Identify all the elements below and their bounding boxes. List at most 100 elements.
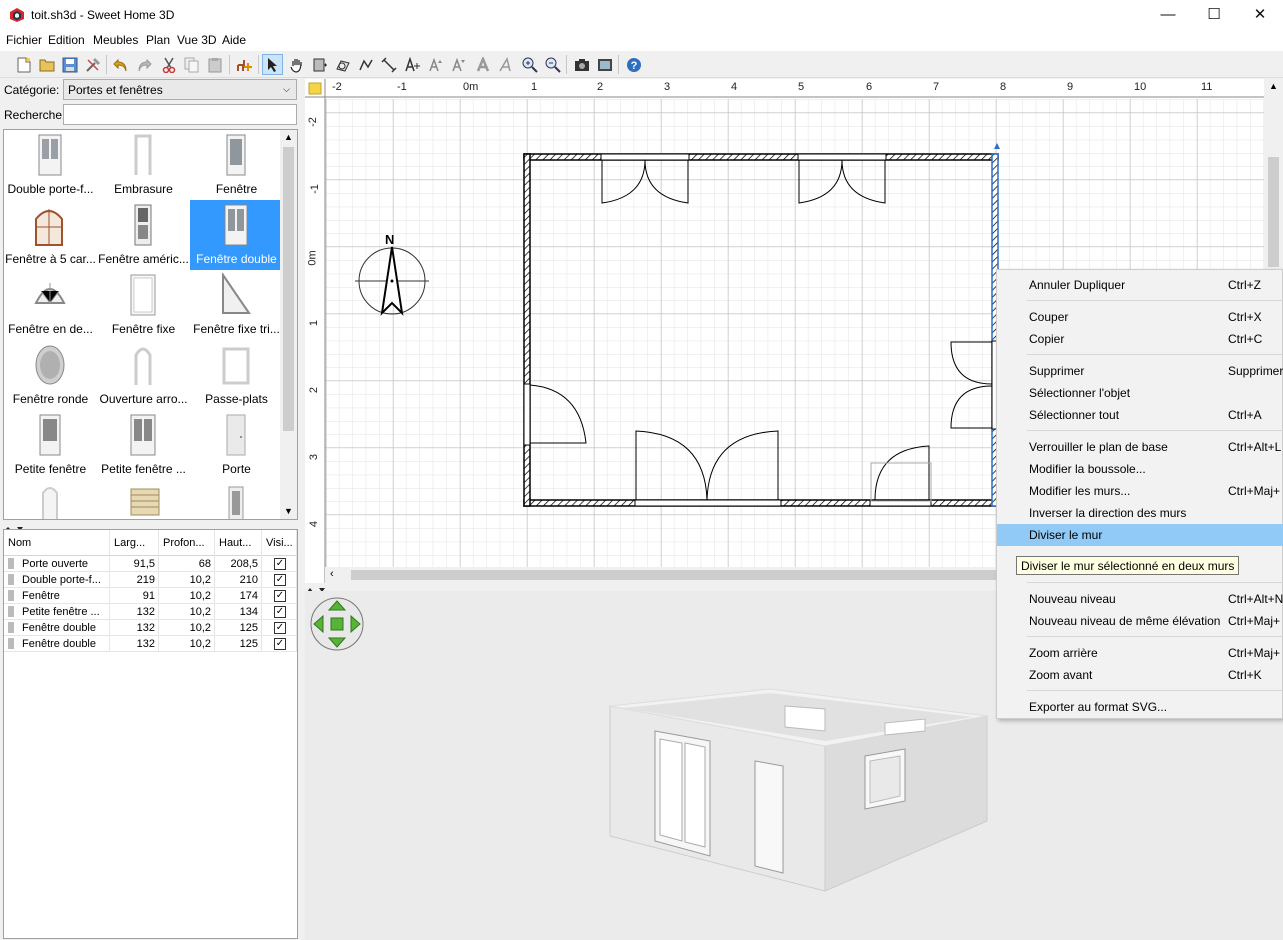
menu-item-modify-walls[interactable]: Modifier les murs... Ctrl+Maj+ bbox=[997, 480, 1283, 502]
menu-item-split-wall[interactable]: Diviser le mur bbox=[997, 524, 1283, 546]
catalog-item[interactable]: Fenêtre double bbox=[190, 200, 283, 270]
catalog-item-label: Passe-plats bbox=[205, 392, 268, 406]
close-button[interactable]: ✕ bbox=[1237, 0, 1283, 30]
menu-aide[interactable]: Aide bbox=[222, 33, 246, 47]
column-visible[interactable]: Visi... bbox=[262, 530, 297, 556]
catalog-item[interactable]: Petite fenêtre ... bbox=[97, 410, 190, 480]
increase-text-icon[interactable] bbox=[425, 54, 446, 75]
splitter-handle[interactable] bbox=[3, 522, 298, 531]
menu-vue-3d[interactable]: Vue 3D bbox=[177, 33, 217, 47]
visible-checkbox[interactable]: ✓ bbox=[274, 558, 286, 570]
menu-fichier[interactable]: Fichier bbox=[6, 33, 42, 47]
catalog-item-label: Fenêtre à 5 car... bbox=[5, 252, 96, 266]
visible-checkbox[interactable]: ✓ bbox=[274, 606, 286, 618]
create-dimensions-icon[interactable] bbox=[378, 54, 399, 75]
menu-edition[interactable]: Edition bbox=[48, 33, 85, 47]
preferences-icon[interactable] bbox=[82, 54, 103, 75]
catalog-item[interactable]: Fenêtre fixe bbox=[97, 270, 190, 340]
column-depth[interactable]: Profon... bbox=[159, 530, 215, 556]
row-height: 174 bbox=[215, 588, 262, 604]
visible-checkbox[interactable]: ✓ bbox=[274, 638, 286, 650]
menu-item-new-level-same-elevation[interactable]: Nouveau niveau de même élévation Ctrl+Maj… bbox=[997, 610, 1283, 632]
table-row[interactable]: Fenêtre double 132 10,2 125 ✓ bbox=[4, 636, 297, 652]
menu-item-copy[interactable]: Copier Ctrl+C bbox=[997, 328, 1283, 350]
add-text-icon[interactable] bbox=[401, 54, 422, 75]
catalog-item[interactable]: Double porte-f... bbox=[4, 130, 97, 200]
catalog-scrollbar[interactable]: ▲ ▼ bbox=[280, 130, 297, 519]
catalog-item[interactable]: Fenêtre bbox=[190, 130, 283, 200]
title-bar: toit.sh3d - Sweet Home 3D — ☐ ✕ bbox=[0, 0, 1283, 30]
help-icon[interactable]: ? bbox=[623, 54, 644, 75]
table-row[interactable]: Petite fenêtre ... 132 10,2 134 ✓ bbox=[4, 604, 297, 620]
catalog-item[interactable]: Fenêtre en de... bbox=[4, 270, 97, 340]
select-icon[interactable] bbox=[262, 54, 283, 75]
table-row[interactable]: Fenêtre double 132 10,2 125 ✓ bbox=[4, 620, 297, 636]
menu-item-export-svg[interactable]: Exporter au format SVG... bbox=[997, 696, 1283, 718]
catalog-item[interactable] bbox=[97, 480, 190, 519]
search-input[interactable] bbox=[63, 104, 297, 125]
bold-icon[interactable] bbox=[472, 54, 493, 75]
visible-checkbox[interactable]: ✓ bbox=[274, 622, 286, 634]
menu-item-new-level[interactable]: Nouveau niveau Ctrl+Alt+N bbox=[997, 588, 1283, 610]
catalog-item[interactable]: Fenêtre fixe tri... bbox=[190, 270, 283, 340]
catalog-item[interactable] bbox=[4, 480, 97, 519]
cut-icon[interactable] bbox=[158, 54, 179, 75]
row-width: 91,5 bbox=[110, 556, 159, 572]
catalog-item[interactable]: Fenêtre ronde bbox=[4, 340, 97, 410]
menu-item-select-all[interactable]: Sélectionner tout Ctrl+A bbox=[997, 404, 1283, 426]
save-icon[interactable] bbox=[59, 54, 80, 75]
catalog-item[interactable] bbox=[190, 480, 283, 519]
zoom-out-icon[interactable] bbox=[542, 54, 563, 75]
zoom-in-icon[interactable] bbox=[519, 54, 540, 75]
italic-icon[interactable] bbox=[495, 54, 516, 75]
visible-checkbox[interactable]: ✓ bbox=[274, 574, 286, 586]
menu-item-zoom-out[interactable]: Zoom arrière Ctrl+Maj+ bbox=[997, 642, 1283, 664]
catalog-item-label: Fenêtre bbox=[215, 182, 258, 196]
create-walls-icon[interactable] bbox=[309, 54, 330, 75]
maximize-button[interactable]: ☐ bbox=[1191, 0, 1237, 30]
column-width[interactable]: Larg... bbox=[110, 530, 159, 556]
catalog-item[interactable]: Petite fenêtre bbox=[4, 410, 97, 480]
table-row[interactable]: Double porte-f... 219 10,2 210 ✓ bbox=[4, 572, 297, 588]
create-rooms-icon[interactable] bbox=[332, 54, 353, 75]
menu-plan[interactable]: Plan bbox=[146, 33, 170, 47]
table-row[interactable]: Porte ouverte 91,5 68 208,5 ✓ bbox=[4, 556, 297, 572]
catalog-item[interactable]: Porte bbox=[190, 410, 283, 480]
create-polylines-icon[interactable] bbox=[355, 54, 376, 75]
menu-item-delete[interactable]: Supprimer Supprimer bbox=[997, 360, 1283, 382]
paste-icon[interactable] bbox=[204, 54, 225, 75]
open-icon[interactable] bbox=[36, 54, 57, 75]
menu-item-cut[interactable]: Couper Ctrl+X bbox=[997, 306, 1283, 328]
catalog-item[interactable]: Passe-plats bbox=[190, 340, 283, 410]
menu-item-reverse-walls[interactable]: Inverser la direction des murs bbox=[997, 502, 1283, 524]
column-height[interactable]: Haut... bbox=[215, 530, 262, 556]
pan-icon[interactable] bbox=[286, 54, 307, 75]
menu-item-modify-compass[interactable]: Modifier la boussole... bbox=[997, 458, 1283, 480]
menu-item-zoom-in[interactable]: Zoom avant Ctrl+K bbox=[997, 664, 1283, 686]
undo-icon[interactable] bbox=[110, 54, 131, 75]
column-name[interactable]: Nom bbox=[4, 530, 110, 556]
row-height: 125 bbox=[215, 636, 262, 652]
plan-horizontal-scrollbar[interactable]: ‹ bbox=[325, 567, 1016, 583]
create-video-icon[interactable] bbox=[594, 54, 615, 75]
create-photo-icon[interactable] bbox=[571, 54, 592, 75]
catalog-item[interactable]: Embrasure bbox=[97, 130, 190, 200]
menu-item-undo[interactable]: Annuler Dupliquer Ctrl+Z bbox=[997, 274, 1283, 296]
plan-vertical-scrollbar[interactable]: ▲ bbox=[1264, 79, 1283, 269]
add-furniture-icon[interactable] bbox=[233, 54, 254, 75]
catalog-item[interactable]: Fenêtre à 5 car... bbox=[4, 200, 97, 270]
visible-checkbox[interactable]: ✓ bbox=[274, 590, 286, 602]
menu-item-select-object[interactable]: Sélectionner l'objet bbox=[997, 382, 1283, 404]
menu-meubles[interactable]: Meubles bbox=[93, 33, 138, 47]
copy-icon[interactable] bbox=[181, 54, 202, 75]
table-row[interactable]: Fenêtre 91 10,2 174 ✓ bbox=[4, 588, 297, 604]
new-icon[interactable] bbox=[13, 54, 34, 75]
catalog-item-label: Fenêtre en de... bbox=[8, 322, 93, 336]
decrease-text-icon[interactable] bbox=[448, 54, 469, 75]
menu-item-lock-base-plan[interactable]: Verrouiller le plan de base Ctrl+Alt+L bbox=[997, 436, 1283, 458]
catalog-item[interactable]: Fenêtre améric... bbox=[97, 200, 190, 270]
category-select[interactable]: Portes et fenêtres ⌵ bbox=[63, 79, 297, 100]
catalog-item[interactable]: Ouverture arro... bbox=[97, 340, 190, 410]
redo-icon[interactable] bbox=[133, 54, 154, 75]
minimize-button[interactable]: — bbox=[1145, 0, 1191, 30]
